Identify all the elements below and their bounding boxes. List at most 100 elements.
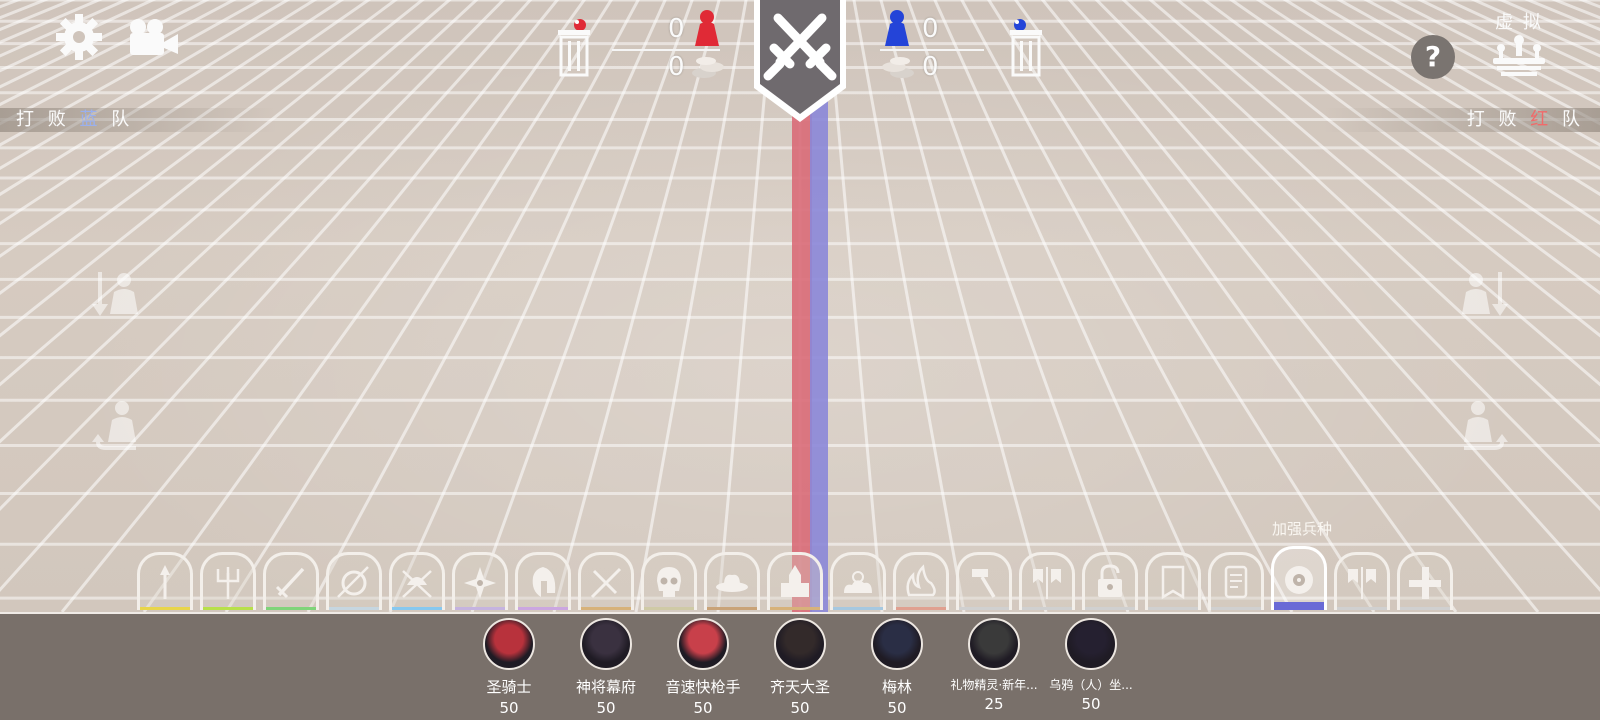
unit-name: 礼物精灵·新年... <box>950 678 1038 692</box>
faction-tab-shield[interactable] <box>326 552 382 610</box>
left-move-down-button[interactable] <box>92 270 142 322</box>
faction-tab-crossed-swords[interactable] <box>578 552 634 610</box>
tab-underline <box>1337 607 1387 610</box>
coins-icon <box>692 57 724 78</box>
upgrade-units-label: 加强兵种 <box>1272 520 1333 538</box>
unit-name: 齐天大圣 <box>769 678 830 696</box>
red-team-word: 红 <box>1530 109 1553 130</box>
faction-tab-banner[interactable] <box>1334 552 1390 610</box>
tab-underline <box>455 607 505 610</box>
unit-portrait <box>1065 618 1117 670</box>
clear-blue-button[interactable] <box>1008 16 1044 82</box>
faction-tab-disc[interactable] <box>1271 546 1327 610</box>
virtual-button[interactable]: 虚 拟 <box>1486 8 1552 82</box>
faction-tab-trident[interactable] <box>200 552 256 610</box>
faction-tab-tablet[interactable] <box>1208 552 1264 610</box>
unit-card[interactable]: 齐天大圣 50 <box>745 618 855 717</box>
banner-icon <box>1348 566 1376 599</box>
unit-card[interactable]: 音速快枪手 50 <box>648 618 758 717</box>
unit-cost: 50 <box>596 699 616 717</box>
left-undo-button[interactable] <box>92 398 142 458</box>
tab-underline <box>581 607 631 610</box>
defeat-prefix: 打 败 <box>1466 109 1521 130</box>
faction-tab-spear[interactable] <box>137 552 193 610</box>
move-unit-down-icon <box>1462 272 1508 316</box>
unit-tray: 圣骑士 50 神将幕府 50 音速快枪手 50 齐天大圣 50 梅林 50 礼物精灵·新年... 25… <box>0 612 1600 720</box>
red-deploy-zone-edge <box>792 96 812 612</box>
faction-tab-fire[interactable] <box>893 552 949 610</box>
faction-tab-sword[interactable] <box>263 552 319 610</box>
red-score-divider <box>612 49 720 51</box>
blue-pawn-icon <box>885 10 909 46</box>
unit-cost: 50 <box>887 699 907 717</box>
unit-cost: 50 <box>499 699 519 717</box>
unit-portrait <box>968 618 1020 670</box>
unit-name: 圣骑士 <box>486 678 532 696</box>
tab-underline <box>833 607 883 610</box>
unit-cost: 50 <box>1081 695 1101 713</box>
unlock-icon <box>1098 563 1122 597</box>
banner-icon <box>1033 566 1061 599</box>
cowboy-hat-icon <box>716 574 748 592</box>
right-undo-button[interactable] <box>1458 398 1508 458</box>
camera-button[interactable] <box>126 18 182 62</box>
unit-card[interactable]: 乌鸦（人）坐... 50 <box>1036 618 1146 713</box>
start-battle-button[interactable] <box>752 0 848 130</box>
tab-underline <box>770 607 820 610</box>
tab-underline <box>392 607 442 610</box>
unit-name: 音速快枪手 <box>665 678 741 696</box>
tab-underline <box>1211 607 1261 610</box>
tab-underline <box>959 607 1009 610</box>
faction-tab-shuriken[interactable] <box>452 552 508 610</box>
settings-button[interactable] <box>54 12 104 66</box>
skull-icon <box>657 566 681 597</box>
defeat-suffix: 队 <box>1562 109 1584 130</box>
unit-portrait <box>677 618 729 670</box>
sword-icon <box>275 567 305 598</box>
help-button[interactable]: ? <box>1410 34 1456 84</box>
faction-tab-skull[interactable] <box>641 552 697 610</box>
faction-tab-unlock[interactable] <box>1082 552 1138 610</box>
clear-red-button[interactable] <box>556 16 592 82</box>
faction-tab-castle[interactable] <box>767 552 823 610</box>
unit-portrait <box>871 618 923 670</box>
tab-underline <box>644 607 694 610</box>
unit-name: 梅林 <box>881 678 912 696</box>
red-pawn-icon <box>695 10 719 46</box>
faction-tab-viking[interactable] <box>389 552 445 610</box>
faction-tab-flag[interactable] <box>1145 552 1201 610</box>
faction-tab-banner[interactable] <box>1019 552 1075 610</box>
tab-underline <box>266 607 316 610</box>
svg-text:?: ? <box>1425 40 1441 73</box>
faction-tab-hammer[interactable] <box>956 552 1012 610</box>
red-unit-count: 0 <box>668 14 685 44</box>
video-camera-icon <box>130 19 178 55</box>
unit-card[interactable]: 礼物精灵·新年... 25 <box>939 618 1049 713</box>
trash-icon <box>1010 19 1042 77</box>
unit-card[interactable]: 神将幕府 50 <box>551 618 661 717</box>
right-move-down-button[interactable] <box>1458 270 1508 322</box>
castle-icon <box>781 564 809 597</box>
plus-icon <box>1409 566 1441 599</box>
blue-deploy-zone-edge <box>810 96 828 612</box>
sandbox-units-icon <box>1493 35 1545 76</box>
crossed-swords-icon <box>590 567 622 598</box>
blue-score-divider <box>880 49 984 51</box>
cloud-icon <box>844 570 872 593</box>
hammer-icon <box>972 568 996 598</box>
unit-cost: 25 <box>984 695 1004 713</box>
trash-icon <box>558 19 590 77</box>
flag-icon <box>1161 565 1185 599</box>
tab-underline <box>1148 607 1198 610</box>
faction-tab-spartan-helmet[interactable] <box>515 552 571 610</box>
tab-underline <box>203 607 253 610</box>
viking-icon <box>402 569 432 598</box>
faction-tab-cloud[interactable] <box>830 552 886 610</box>
unit-card[interactable]: 圣骑士 50 <box>454 618 564 717</box>
undo-unit-icon <box>92 401 136 450</box>
unit-card[interactable]: 梅林 50 <box>842 618 952 717</box>
faction-tab-plus[interactable] <box>1397 552 1453 610</box>
tab-underline <box>518 607 568 610</box>
tab-underline <box>1400 607 1450 610</box>
faction-tab-cowboy-hat[interactable] <box>704 552 760 610</box>
